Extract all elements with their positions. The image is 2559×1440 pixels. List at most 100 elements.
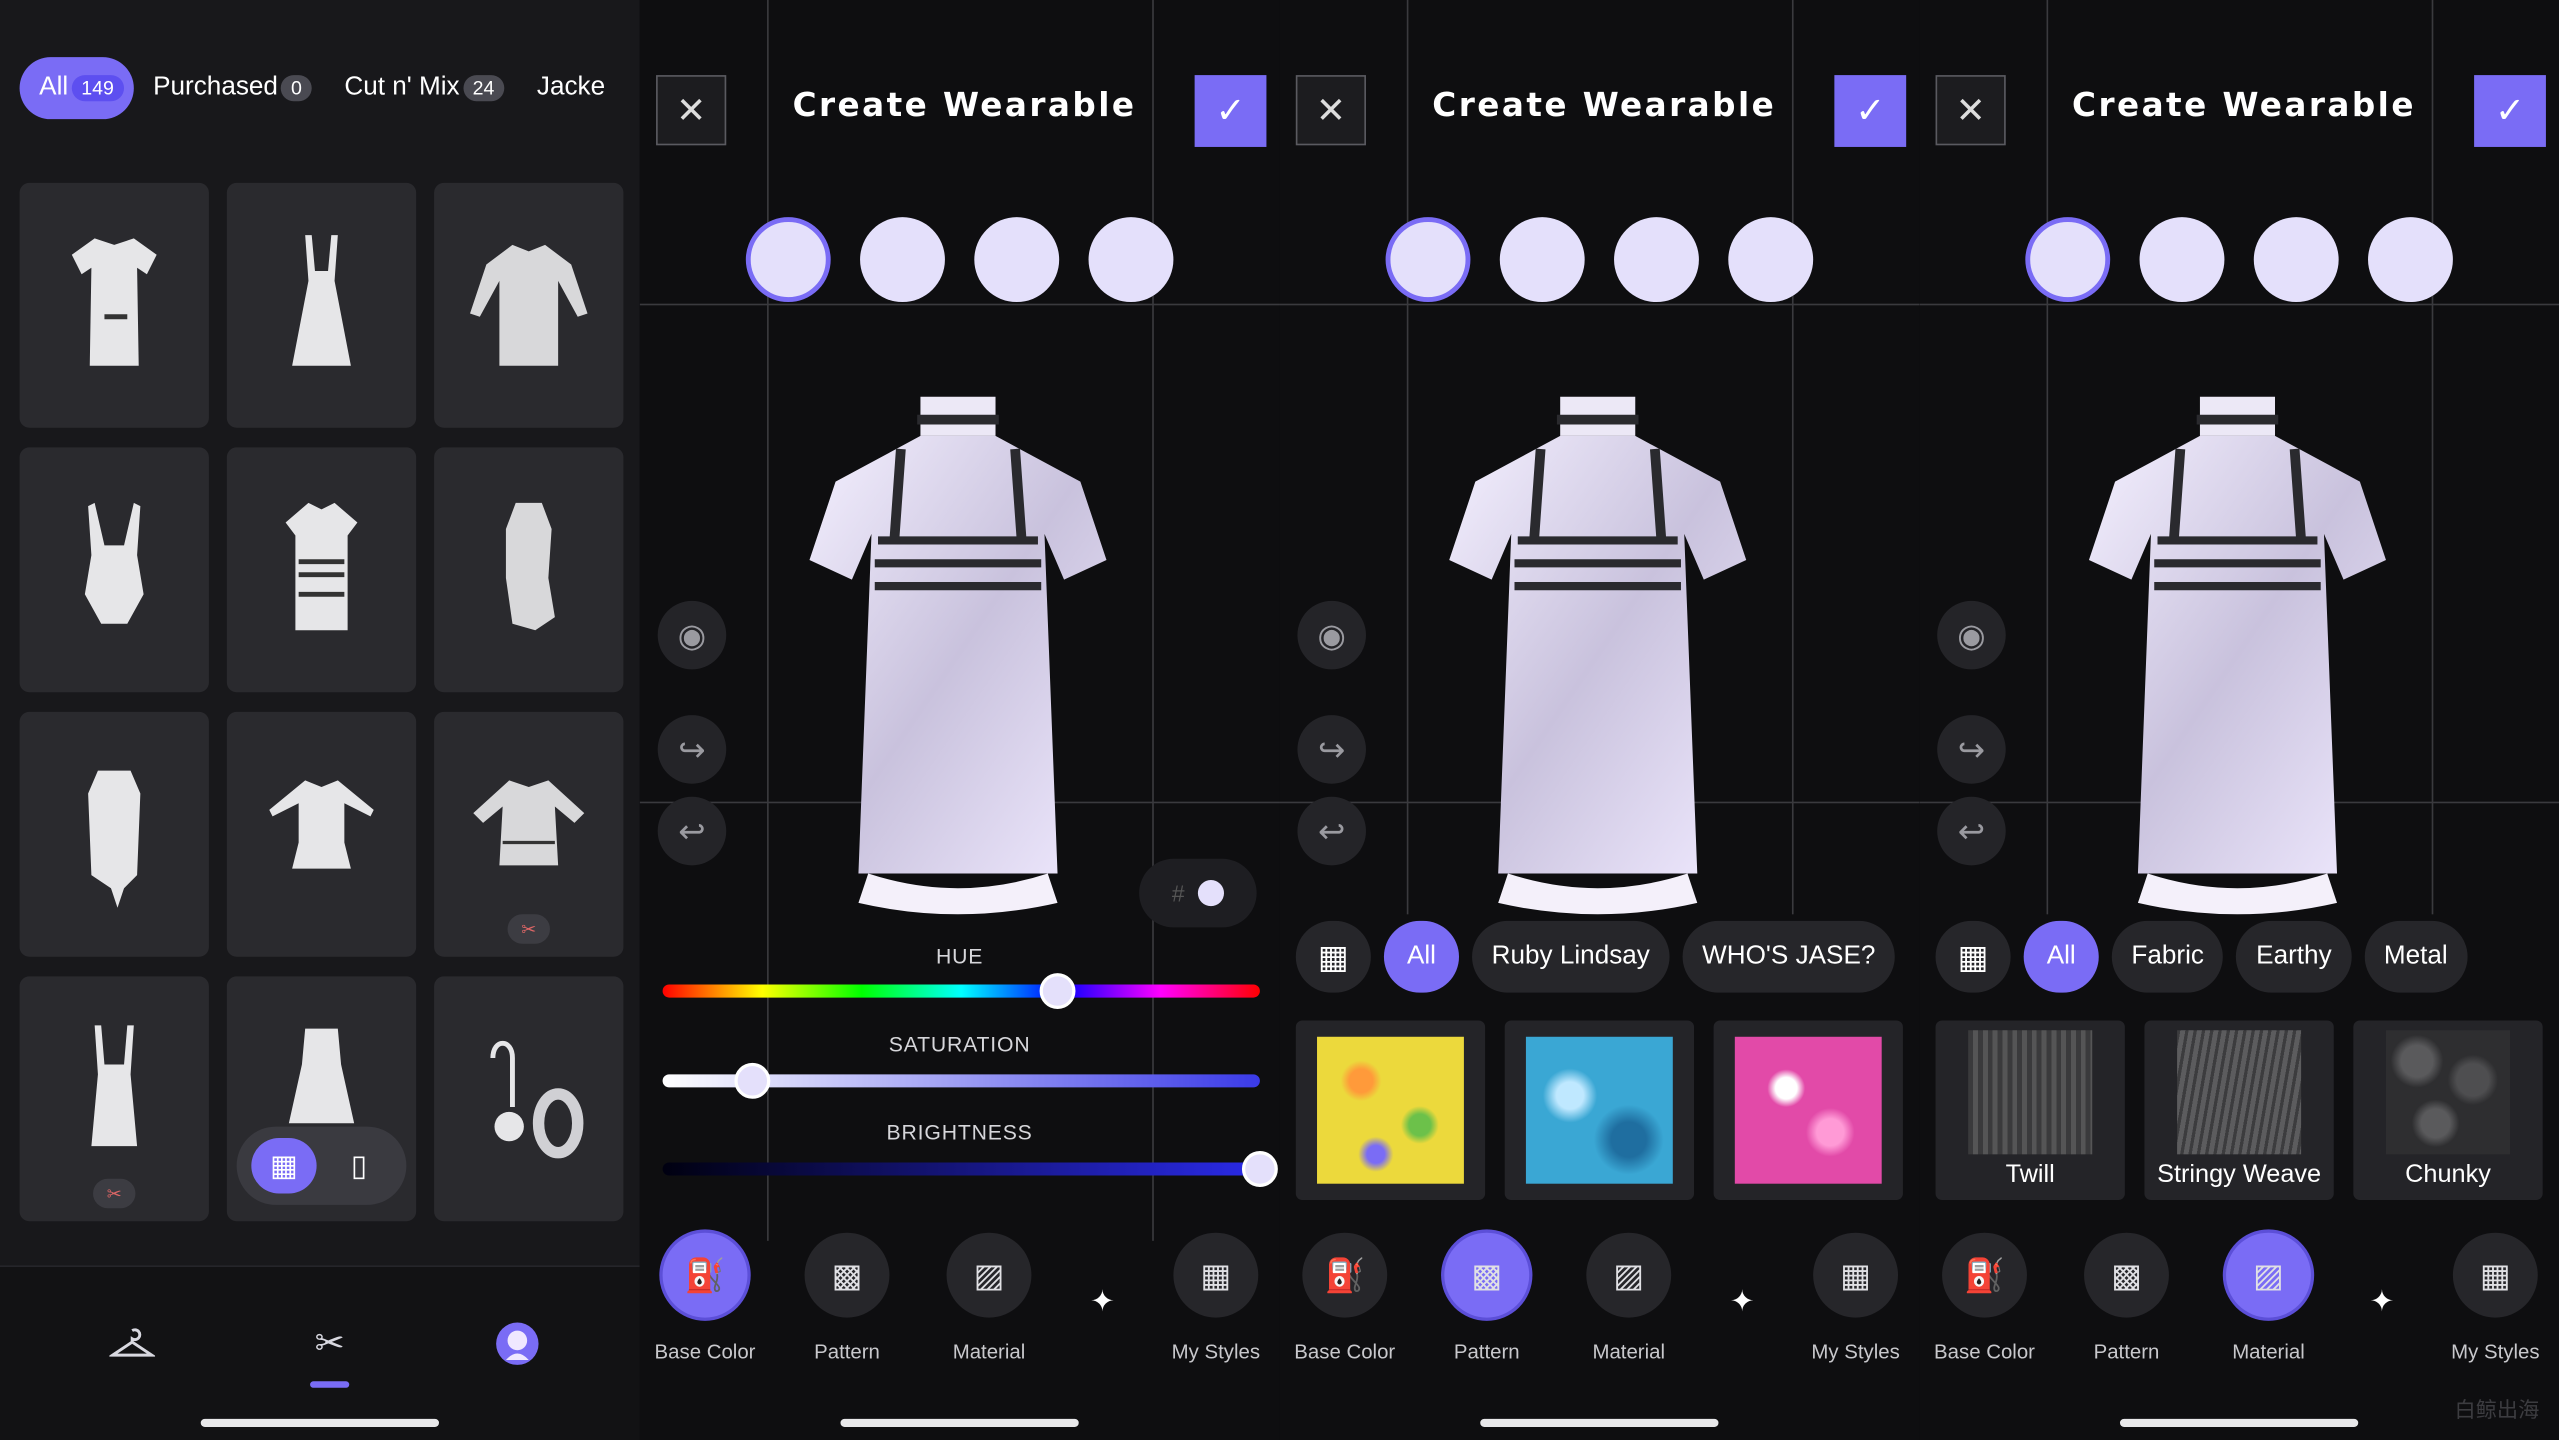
hex-prefix: # <box>1171 880 1185 907</box>
color-swatch[interactable] <box>974 217 1060 303</box>
close-icon: ✕ <box>1315 88 1346 130</box>
wearable-item[interactable] <box>226 182 417 428</box>
chip-earthy[interactable]: Earthy <box>2236 920 2352 993</box>
color-swatch[interactable] <box>2253 217 2339 303</box>
undo-button[interactable]: ↩ <box>1937 796 2006 866</box>
undo-button[interactable]: ↩ <box>1297 796 1366 866</box>
chip-all[interactable]: All <box>1383 920 1460 993</box>
sparkle-icon[interactable]: ✦ <box>2370 1285 2395 1319</box>
wearable-item[interactable] <box>226 711 417 957</box>
confirm-button[interactable]: ✓ <box>2474 75 2546 147</box>
color-swatch[interactable] <box>1499 217 1585 303</box>
chip-all[interactable]: All <box>2023 920 2099 993</box>
color-swatch[interactable] <box>1614 217 1699 303</box>
wearable-item[interactable] <box>226 447 417 693</box>
color-swatch[interactable] <box>2025 217 2111 303</box>
wearable-item[interactable]: ✂ <box>19 976 209 1222</box>
redo-button[interactable]: ↪ <box>1937 715 2006 784</box>
toggle-visibility-button[interactable]: ◉ <box>1937 600 2006 670</box>
tool-label: My Styles <box>1811 1340 1900 1364</box>
brightness-slider-track[interactable] <box>662 1162 1260 1176</box>
wearable-item[interactable] <box>434 976 624 1222</box>
hex-color-input[interactable]: # <box>1139 858 1257 928</box>
close-button[interactable]: ✕ <box>656 75 727 146</box>
grid-view-icon[interactable]: ▦ <box>1295 920 1371 993</box>
pattern-thumb[interactable] <box>1713 1020 1903 1201</box>
tool-my-styles[interactable]: ▦ My Styles <box>1159 1232 1273 1363</box>
grid-view-icon[interactable]: ▦ <box>251 1137 317 1194</box>
confirm-button[interactable]: ✓ <box>1834 75 1907 147</box>
tab-purchased[interactable]: Purchased 0 <box>140 57 325 119</box>
toggle-visibility-button[interactable]: ◉ <box>1297 600 1366 670</box>
pattern-thumb[interactable] <box>1504 1020 1695 1201</box>
tab-count-badge: 0 <box>281 75 312 102</box>
tool-label: Base Color <box>1934 1340 2035 1364</box>
material-thumb[interactable]: Chunky <box>2353 1020 2543 1201</box>
sparkle-icon[interactable]: ✦ <box>1090 1285 1115 1319</box>
tool-pattern[interactable]: ▩ Pattern <box>1430 1232 1544 1363</box>
redo-button[interactable]: ↪ <box>657 715 727 784</box>
chip-fabric[interactable]: Fabric <box>2111 920 2224 993</box>
guide-line <box>639 303 1280 306</box>
tool-pattern[interactable]: ▩ Pattern <box>2069 1232 2183 1363</box>
tool-material[interactable]: ▨ Material <box>2211 1232 2325 1363</box>
tool-base-color[interactable]: ⛽ Base Color <box>1288 1232 1402 1364</box>
undo-button[interactable]: ↩ <box>657 796 727 866</box>
material-label: Stringy Weave <box>2157 1160 2322 1189</box>
color-swatch[interactable] <box>2368 217 2453 303</box>
undo-icon: ↩ <box>1957 813 1986 850</box>
wearable-item[interactable] <box>434 182 624 428</box>
tab-all[interactable]: All 149 <box>19 57 134 120</box>
confirm-button[interactable]: ✓ <box>1194 75 1267 147</box>
tab-count-badge: 149 <box>71 75 124 102</box>
tool-label: Base Color <box>1294 1340 1396 1364</box>
wearable-item[interactable] <box>19 447 209 693</box>
tool-base-color[interactable]: ⛽ Base Color <box>1927 1232 2041 1364</box>
chip-ruby-lindsay[interactable]: Ruby Lindsay <box>1472 920 1670 993</box>
grid-view-icon[interactable]: ▦ <box>1935 920 2011 993</box>
pattern-thumb[interactable] <box>1295 1020 1486 1201</box>
close-button[interactable]: ✕ <box>1295 75 1366 146</box>
hue-slider-track[interactable] <box>662 984 1260 998</box>
pattern-filter-chips: ▦ All Ruby Lindsay WHO'S JASE? <box>1295 920 1895 993</box>
tool-my-styles[interactable]: ▦ My Styles <box>2438 1232 2552 1363</box>
close-button[interactable]: ✕ <box>1935 75 2006 146</box>
tool-material[interactable]: ▨ Material <box>932 1232 1046 1363</box>
tool-material[interactable]: ▨ Material <box>1572 1232 1686 1363</box>
wearable-item[interactable] <box>19 182 209 428</box>
chip-whos-jase[interactable]: WHO'S JASE? <box>1682 920 1895 993</box>
current-color-dot <box>1197 880 1224 907</box>
sparkle-icon[interactable]: ✦ <box>1730 1285 1755 1319</box>
material-thumb[interactable]: Twill <box>1935 1020 2125 1201</box>
draped-top-icon <box>88 770 141 908</box>
hanger-icon[interactable] <box>104 1316 159 1372</box>
color-swatch[interactable] <box>1088 217 1174 303</box>
hue-label: HUE <box>935 943 984 969</box>
wearable-item[interactable] <box>19 711 209 957</box>
saturation-slider-handle[interactable] <box>734 1062 771 1099</box>
tool-my-styles[interactable]: ▦ My Styles <box>1798 1232 1912 1364</box>
redo-button[interactable]: ↪ <box>1297 715 1366 784</box>
brightness-slider-handle[interactable] <box>1241 1151 1278 1187</box>
tab-jackets[interactable]: Jacke <box>524 57 618 119</box>
my-styles-icon: ▦ <box>1173 1232 1259 1318</box>
scissors-icon[interactable]: ✂ <box>302 1316 357 1372</box>
hue-slider-handle[interactable] <box>1038 973 1075 1010</box>
wearable-item[interactable] <box>434 447 624 693</box>
avatar-icon[interactable] <box>490 1316 545 1372</box>
toggle-visibility-button[interactable]: ◉ <box>657 600 727 670</box>
color-swatch[interactable] <box>745 217 831 303</box>
wearable-item[interactable]: ✂ <box>434 711 624 957</box>
tool-base-color[interactable]: ⛽ Base Color <box>648 1232 762 1363</box>
redo-icon: ↪ <box>1318 732 1346 769</box>
chip-metal[interactable]: Metal <box>2364 920 2468 993</box>
paint-bucket-icon: ⛽ <box>1942 1232 2027 1318</box>
color-swatch[interactable] <box>1385 217 1471 303</box>
material-thumb[interactable]: Stringy Weave <box>2144 1020 2334 1201</box>
tool-pattern[interactable]: ▩ Pattern <box>790 1232 904 1363</box>
tab-cut-n-mix[interactable]: Cut n' Mix 24 <box>331 57 517 119</box>
color-swatch[interactable] <box>1728 217 1814 303</box>
single-view-icon[interactable]: ▯ <box>326 1138 391 1194</box>
color-swatch[interactable] <box>2139 217 2225 303</box>
color-swatch[interactable] <box>860 217 945 303</box>
